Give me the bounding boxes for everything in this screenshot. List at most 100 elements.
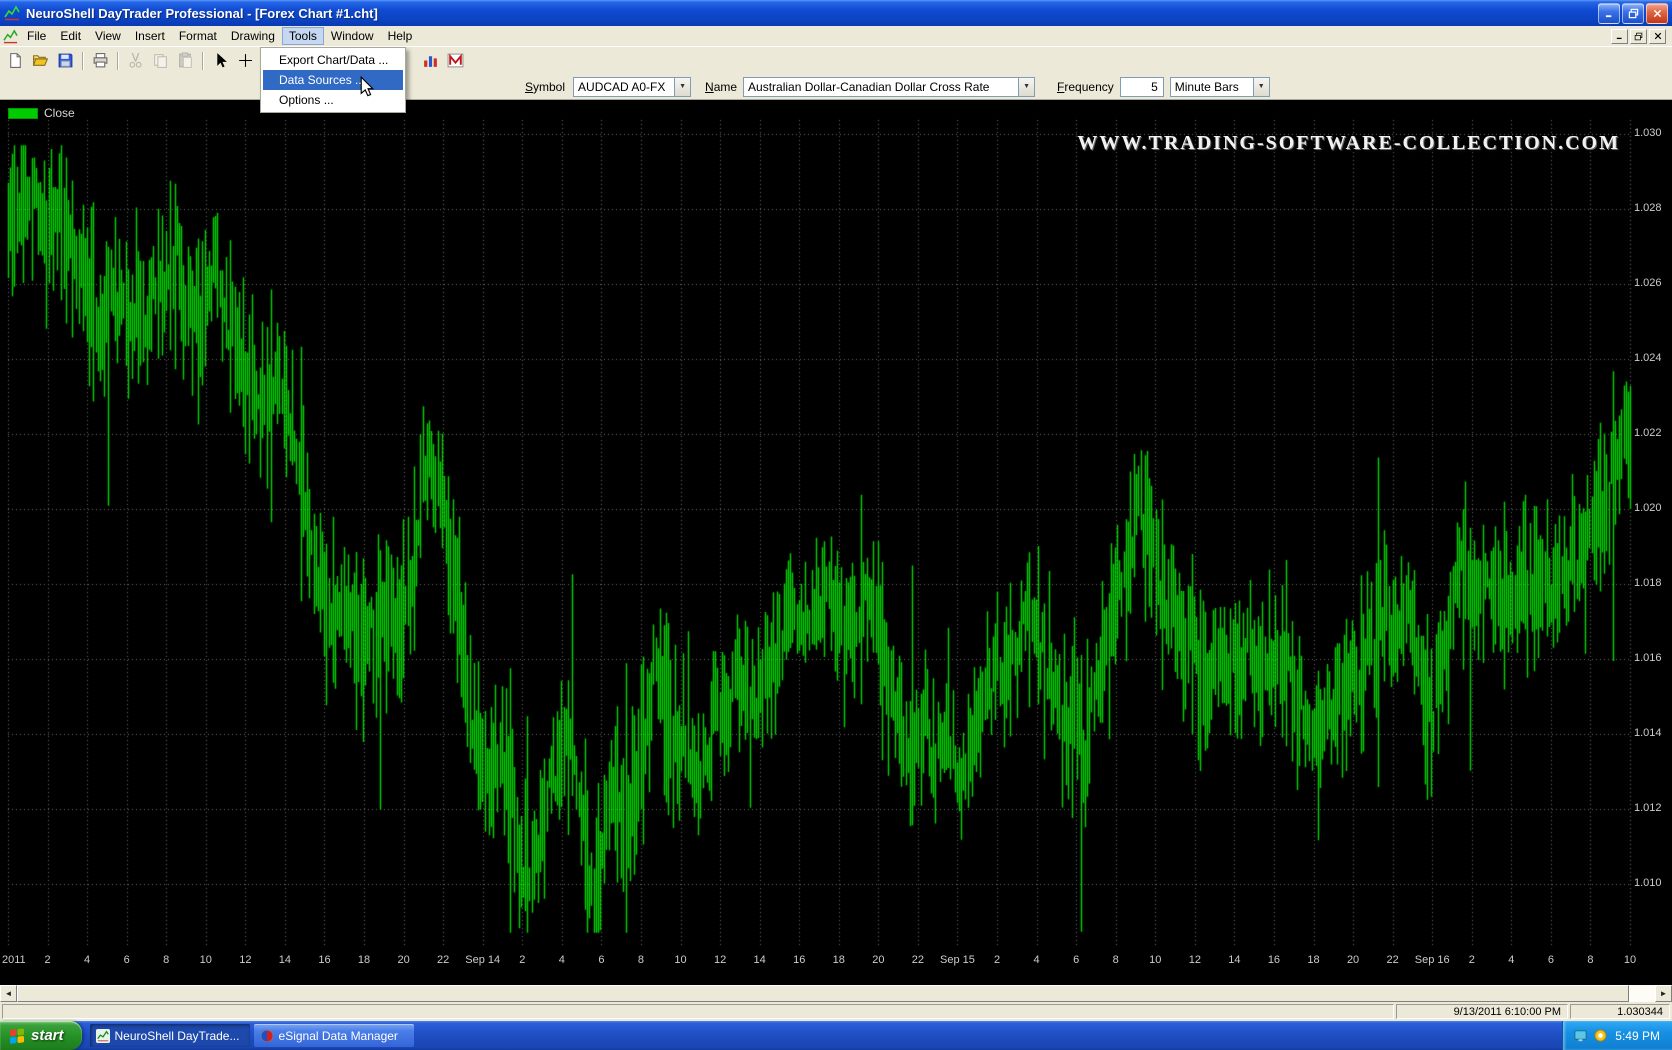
mdi-close-button[interactable]	[1649, 29, 1666, 44]
pointer-icon[interactable]	[209, 50, 232, 72]
taskbar-task-esignal-data-manager[interactable]: eSignal Data Manager	[254, 1024, 414, 1047]
y-axis-label: 1.012	[1634, 802, 1670, 814]
menu-item-format[interactable]: Format	[172, 27, 224, 45]
x-axis-label: 10	[1624, 954, 1636, 966]
menu-item-options[interactable]: Options ...	[263, 90, 403, 110]
status-last-price: 1.030344	[1570, 1004, 1670, 1019]
price-chart-canvas[interactable]	[0, 100, 1672, 985]
bar-type-value: Minute Bars	[1171, 78, 1253, 96]
taskbar-task-neuroshell-daytrade[interactable]: NeuroShell DayTrade...	[90, 1024, 250, 1047]
tray-icon-1[interactable]	[1573, 1028, 1588, 1043]
y-axis-label: 1.020	[1634, 502, 1670, 514]
mdi-minimize-button[interactable]	[1611, 29, 1628, 44]
y-axis-label: 1.022	[1634, 427, 1670, 439]
paste-icon[interactable]	[174, 50, 197, 72]
x-axis-label: 18	[833, 954, 845, 966]
task-label: eSignal Data Manager	[279, 1029, 398, 1043]
y-axis-label: 1.024	[1634, 352, 1670, 364]
menu-bar: FileEditViewInsertFormatDrawingToolsWind…	[0, 26, 1672, 47]
x-axis-label: 6	[598, 954, 604, 966]
chevron-down-icon[interactable]: ▼	[1018, 78, 1034, 96]
controls-row: Symbol AUDCAD A0-FX ▼ Name Australian Do…	[0, 74, 1672, 100]
status-bar: 9/13/2011 6:10:00 PM 1.030344	[0, 1002, 1672, 1021]
export-chart-icon[interactable]	[419, 50, 442, 72]
start-label: start	[31, 1027, 64, 1044]
name-dropdown[interactable]: Australian Dollar-Canadian Dollar Cross …	[743, 77, 1035, 97]
menu-item-drawing[interactable]: Drawing	[224, 27, 282, 45]
x-axis-label: 12	[1189, 954, 1201, 966]
restore-button[interactable]	[1622, 3, 1644, 24]
chevron-down-icon[interactable]: ▼	[674, 78, 690, 96]
crosshair-icon[interactable]	[234, 50, 257, 72]
scrollbar-thumb[interactable]	[17, 985, 1629, 1002]
new-document-icon[interactable]	[4, 50, 27, 72]
frequency-label: Frequency	[1057, 80, 1114, 94]
metastock-icon[interactable]	[444, 50, 467, 72]
menu-item-data-sources[interactable]: Data Sources ...	[263, 70, 403, 90]
menu-item-view[interactable]: View	[88, 27, 128, 45]
scroll-right-button[interactable]: ►	[1655, 985, 1672, 1002]
print-icon[interactable]	[89, 50, 112, 72]
save-icon[interactable]	[54, 50, 77, 72]
start-button[interactable]: start	[0, 1021, 82, 1050]
taskbar-clock[interactable]: 5:49 PM	[1615, 1029, 1660, 1043]
x-axis-label: 2	[44, 954, 50, 966]
x-axis-label: 10	[674, 954, 686, 966]
y-axis-label: 1.030	[1634, 127, 1670, 139]
x-axis-label: 6	[124, 954, 130, 966]
x-axis-label: 18	[358, 954, 370, 966]
x-axis-label: 22	[1387, 954, 1399, 966]
mdi-document-icon[interactable]	[3, 29, 18, 44]
neuroshell-icon	[96, 1029, 110, 1043]
minimize-button[interactable]	[1598, 3, 1620, 24]
menu-item-window[interactable]: Window	[324, 27, 381, 45]
close-series-label: Close	[44, 106, 75, 120]
window-title: NeuroShell DayTrader Professional - [For…	[26, 6, 1592, 21]
x-axis-label: 2	[1469, 954, 1475, 966]
scrollbar-track[interactable]	[1629, 985, 1655, 1002]
menu-item-export-chart-data[interactable]: Export Chart/Data ...	[263, 50, 403, 70]
cut-icon[interactable]	[124, 50, 147, 72]
chevron-down-icon[interactable]: ▼	[1253, 78, 1269, 96]
menu-item-help[interactable]: Help	[381, 27, 420, 45]
x-axis-label: 6	[1073, 954, 1079, 966]
frequency-input[interactable]	[1120, 77, 1164, 97]
symbol-value: AUDCAD A0-FX	[574, 78, 674, 96]
symbol-dropdown[interactable]: AUDCAD A0-FX ▼	[573, 77, 691, 97]
name-label: Name	[705, 80, 737, 94]
tray-icon-2[interactable]	[1593, 1028, 1608, 1043]
task-label: NeuroShell DayTrade...	[115, 1029, 240, 1043]
close-button[interactable]	[1646, 3, 1668, 24]
y-axis-label: 1.014	[1634, 727, 1670, 739]
x-axis-label: 20	[872, 954, 884, 966]
watermark: WWW.TRADING-SOFTWARE-COLLECTION.COM	[1077, 132, 1620, 155]
x-axis-label: 12	[714, 954, 726, 966]
status-datetime: 9/13/2011 6:10:00 PM	[1396, 1004, 1568, 1019]
x-axis-label: 2011	[2, 954, 26, 966]
bar-type-dropdown[interactable]: Minute Bars ▼	[1170, 77, 1270, 97]
system-tray: 5:49 PM	[1562, 1021, 1672, 1050]
menu-item-tools[interactable]: Tools	[282, 27, 324, 45]
tray-icons-holder	[1573, 1028, 1608, 1043]
open-folder-icon[interactable]	[29, 50, 52, 72]
name-value: Australian Dollar-Canadian Dollar Cross …	[744, 78, 1018, 96]
mdi-restore-button[interactable]	[1630, 29, 1647, 44]
x-axis-label: 16	[1268, 954, 1280, 966]
x-axis-label: Sep 14	[465, 954, 500, 966]
horizontal-scrollbar: ◄ ►	[0, 985, 1672, 1002]
title-bar: NeuroShell DayTrader Professional - [For…	[0, 0, 1672, 26]
scroll-left-button[interactable]: ◄	[0, 985, 17, 1002]
x-axis-label: 16	[318, 954, 330, 966]
x-axis-label: 4	[1034, 954, 1040, 966]
menu-bar-items: FileEditViewInsertFormatDrawingToolsWind…	[20, 27, 419, 45]
windows-flag-icon	[8, 1027, 26, 1045]
mouse-cursor	[360, 76, 374, 103]
menu-item-edit[interactable]: Edit	[53, 27, 88, 45]
x-axis-label: 12	[239, 954, 251, 966]
toolbar-separator	[117, 52, 119, 70]
menu-item-file[interactable]: File	[20, 27, 53, 45]
x-axis-label: Sep 15	[940, 954, 975, 966]
menu-item-insert[interactable]: Insert	[128, 27, 172, 45]
copy-icon[interactable]	[149, 50, 172, 72]
app-chart-icon	[4, 5, 20, 21]
